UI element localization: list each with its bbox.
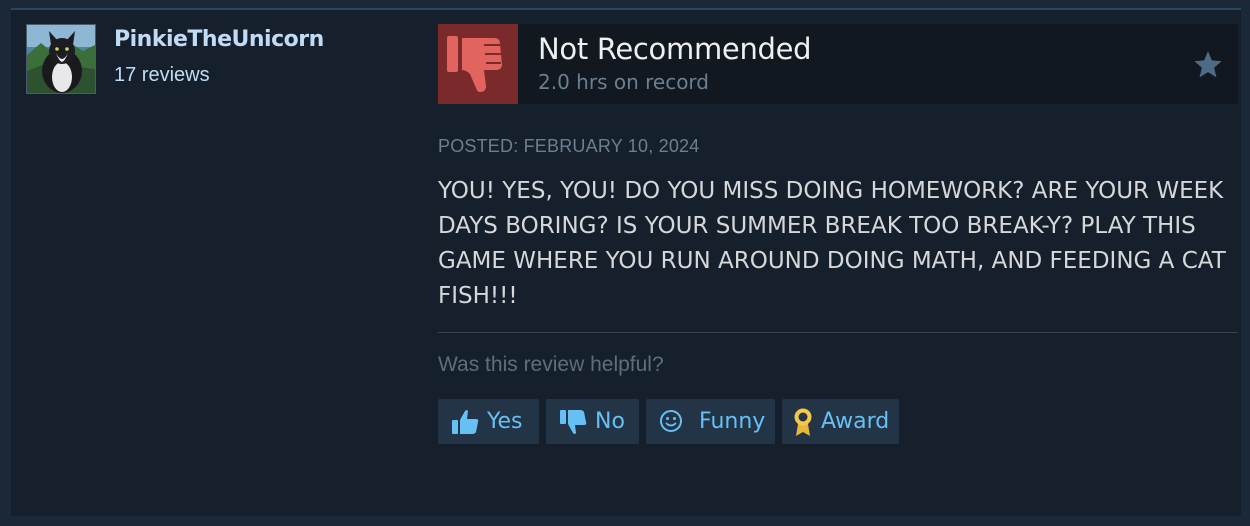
author-username[interactable]: PinkieTheUnicorn — [114, 27, 324, 52]
award-button[interactable]: Award — [782, 399, 899, 444]
vote-yes-label: Yes — [487, 409, 523, 434]
hours-on-record: 2.0 hrs on record — [538, 70, 709, 94]
thumbs-down-icon — [560, 409, 587, 434]
award-ribbon-icon — [794, 408, 812, 436]
author-review-count[interactable]: 17 reviews — [114, 64, 210, 87]
thumbs-down-icon — [447, 36, 502, 92]
avatar[interactable] — [26, 24, 96, 94]
review-card: PinkieTheUnicorn 17 reviews Not Recommen… — [11, 8, 1241, 516]
verdict-title[interactable]: Not Recommended — [538, 32, 812, 66]
verdict-bar: Not Recommended 2.0 hrs on record — [438, 24, 1238, 104]
vote-funny-label: Funny — [699, 409, 766, 434]
divider — [438, 332, 1238, 333]
vote-no-label: No — [595, 409, 625, 434]
helpful-prompt: Was this review helpful? — [438, 353, 664, 376]
avatar-image — [27, 25, 95, 93]
vote-funny-button[interactable]: Funny — [646, 399, 775, 444]
vote-yes-button[interactable]: Yes — [438, 399, 539, 444]
smiley-icon — [660, 409, 682, 432]
review-body: YOU! YES, YOU! DO YOU MISS DOING HOMEWOR… — [438, 178, 1226, 309]
posted-date: POSTED: FEBRUARY 10, 2024 — [438, 136, 700, 156]
award-label: Award — [821, 409, 890, 434]
star-icon[interactable] — [1192, 50, 1224, 80]
not-recommended-badge — [438, 24, 518, 104]
thumbs-up-icon — [452, 409, 479, 434]
vote-no-button[interactable]: No — [546, 399, 639, 444]
